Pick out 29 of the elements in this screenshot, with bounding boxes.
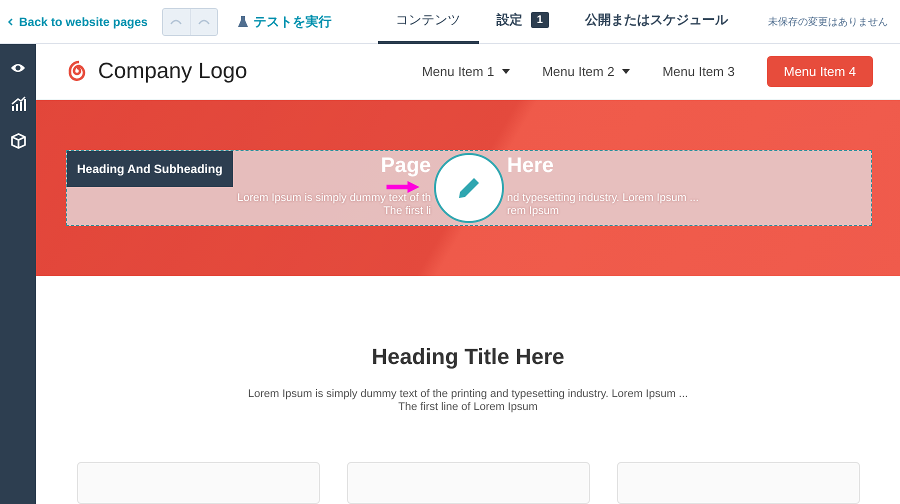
- tab[interactable]: 設定 1: [478, 0, 567, 44]
- chevron-left-icon: [8, 18, 13, 26]
- section-text: Lorem Ipsum is simply dummy text of the printing and typesetting industry. Lorem Ipsum ... The first line of Lorem Ipsum: [248, 388, 688, 414]
- company-logo: Company Logo: [98, 58, 248, 84]
- selected-module[interactable]: Heading And Subheading Page Here Lorem Ipsum is simply dummy text of th nd typesetting industry. Lorem Ipsum ... The first li rem Ipsum: [66, 150, 872, 226]
- tab[interactable]: 公開またはスケジュール: [566, 0, 746, 44]
- page-title-fragment: Here: [507, 154, 554, 178]
- cube-icon[interactable]: [10, 133, 26, 149]
- tab[interactable]: コンテンツ: [378, 0, 479, 44]
- back-link[interactable]: Back to website pages: [8, 14, 148, 28]
- menu-item[interactable]: Menu Item 1: [422, 64, 510, 79]
- hero-text-fragment: Lorem Ipsum is simply dummy text of th: [237, 192, 431, 205]
- section-title: Heading Title Here: [372, 344, 564, 370]
- run-test-button[interactable]: テストを実行: [238, 12, 332, 30]
- hero-text-fragment: The first li: [383, 204, 431, 218]
- count-badge: 1: [530, 12, 549, 28]
- save-status: 未保存の変更はありません: [768, 16, 888, 28]
- menu-item[interactable]: Menu Item 3: [662, 64, 735, 79]
- hero-text-fragment: rem Ipsum: [507, 204, 559, 218]
- menu-item[interactable]: Menu Item 4: [766, 56, 873, 87]
- menu-item[interactable]: Menu Item 2: [542, 64, 630, 79]
- pencil-icon: [457, 176, 481, 200]
- page-title-fragment: Page: [380, 154, 431, 178]
- spiral-logo-icon: [66, 60, 88, 82]
- bar-chart-icon[interactable]: [10, 96, 26, 111]
- eye-icon[interactable]: [10, 62, 26, 74]
- flask-icon: [238, 16, 248, 27]
- hero-text-fragment: nd typesetting industry. Lorem Ipsum ...: [507, 192, 699, 205]
- module-label: Heading And Subheading: [67, 150, 233, 187]
